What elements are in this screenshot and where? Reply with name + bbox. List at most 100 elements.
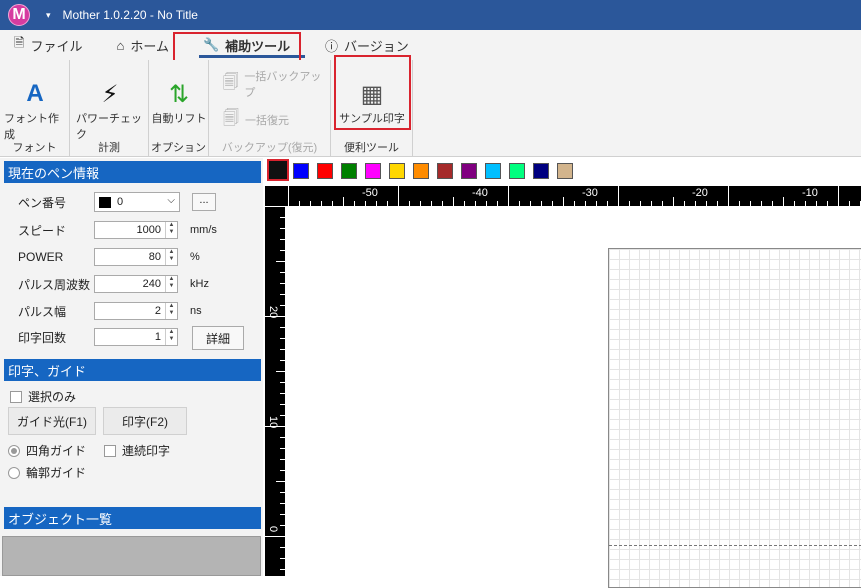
- tab-file-label: ファイル: [30, 38, 83, 54]
- spin-arrows-icon[interactable]: ▲ ▼: [165, 276, 177, 292]
- ruler-tick: [265, 206, 285, 207]
- ruler-label: -40: [472, 187, 488, 199]
- speed-row: スピード 1000 ▲ ▼ mm/s: [18, 220, 258, 240]
- lightning-icon: ⚡: [101, 80, 119, 108]
- selected-color-swatch[interactable]: [267, 159, 289, 181]
- ribbon-group-backup: 🗐 一括バックアップ 🗐 一括復元 バックアップ(復元): [209, 60, 331, 157]
- ribbon-group-option: ⇅ 自動リフト オプション: [149, 60, 209, 157]
- power-value: 80: [148, 251, 161, 263]
- ruler-label: -50: [362, 187, 378, 199]
- spin-arrows-icon[interactable]: ▲ ▼: [165, 249, 177, 265]
- restore-icon: 🗐: [223, 109, 239, 127]
- ruler-tick: [265, 426, 285, 427]
- left-ruler: 20 10 0: [265, 206, 285, 576]
- tab-file[interactable]: 🗎 ファイル: [4, 32, 92, 58]
- power-unit: %: [190, 251, 200, 263]
- ruler-tick: [508, 186, 509, 206]
- group-label-option: オプション: [151, 142, 206, 154]
- pulse-width-label: パルス幅: [18, 304, 67, 319]
- guide-light-button[interactable]: ガイド光(F1): [8, 407, 96, 435]
- color-swatch[interactable]: [533, 163, 549, 179]
- auto-lift-button[interactable]: ⇅ 自動リフト: [151, 78, 207, 126]
- pulse-width-row: パルス幅 2 ▲ ▼ ns: [18, 301, 258, 321]
- pen-more-button[interactable]: ...: [192, 193, 216, 211]
- select-only-label: 選択のみ: [28, 390, 77, 404]
- frequency-input[interactable]: 240 ▲ ▼: [94, 275, 178, 293]
- print-button[interactable]: 印字(F2): [103, 407, 187, 435]
- speed-input[interactable]: 1000 ▲ ▼: [94, 221, 178, 239]
- spin-arrows-icon[interactable]: ▲ ▼: [165, 222, 177, 238]
- tab-version-label: バージョン: [343, 38, 409, 54]
- pen-info-header: 現在のペン情報: [4, 161, 261, 183]
- detail-button[interactable]: 詳細: [192, 326, 244, 350]
- color-swatch[interactable]: [413, 163, 429, 179]
- sample-print-highlight-box: [334, 55, 411, 130]
- font-create-label: フォント作成: [4, 113, 59, 141]
- checkbox-box: [10, 390, 22, 403]
- backup-icon: 🗐: [222, 73, 239, 91]
- pen-number-label: ペン番号: [18, 195, 67, 210]
- select-only-checkbox[interactable]: 選択のみ: [10, 388, 76, 405]
- spin-arrows-icon[interactable]: ▲ ▼: [165, 329, 177, 345]
- color-swatch[interactable]: [485, 163, 501, 179]
- radio-unselected: [8, 466, 20, 479]
- tab-home-label: ホーム: [130, 38, 169, 54]
- frequency-label: パルス周波数: [18, 277, 91, 292]
- print-count-label: 印字回数: [18, 330, 67, 345]
- frequency-value: 240: [142, 278, 161, 290]
- work-area-grid[interactable]: [608, 248, 861, 588]
- spin-arrows-icon[interactable]: ▲ ▼: [165, 303, 177, 319]
- rect-guide-radio[interactable]: 四角ガイド: [8, 442, 86, 459]
- power-label: POWER: [18, 250, 64, 264]
- ribbon-group-font: A フォント作成 フォント: [0, 60, 70, 157]
- ruler-tick: [838, 186, 839, 206]
- outline-guide-radio[interactable]: 輪郭ガイド: [8, 464, 86, 481]
- group-label-tools: 便利ツール: [344, 142, 399, 154]
- chevron-down-icon: ⌵: [167, 195, 175, 206]
- outline-guide-label: 輪郭ガイド: [26, 466, 87, 480]
- home-icon: ⌂: [116, 37, 125, 53]
- backup-all-label: 一括バックアップ: [244, 71, 322, 99]
- color-swatch[interactable]: [293, 163, 309, 179]
- ruler-tick: [673, 197, 674, 206]
- font-create-icon: A: [26, 80, 44, 107]
- group-label-font: フォント: [12, 142, 57, 154]
- pen-number-select[interactable]: 0 ⌵: [94, 192, 180, 212]
- power-input[interactable]: 80 ▲ ▼: [94, 248, 178, 266]
- font-create-button[interactable]: A フォント作成: [4, 78, 66, 142]
- color-swatch[interactable]: [557, 163, 573, 179]
- window-title: Mother 1.0.2.20 - No Title: [62, 8, 198, 22]
- quick-access-dropdown-icon[interactable]: ▾: [46, 10, 51, 21]
- drawing-canvas[interactable]: [285, 206, 861, 588]
- power-check-label: パワーチェック: [76, 113, 142, 141]
- ruler-tick: [343, 197, 344, 206]
- color-swatch[interactable]: [389, 163, 405, 179]
- ruler-tick: [618, 186, 619, 206]
- power-row: POWER 80 ▲ ▼ %: [18, 247, 258, 267]
- guide-header: 印字、ガイド: [4, 359, 261, 381]
- color-swatch[interactable]: [509, 163, 525, 179]
- pulse-width-value: 2: [154, 305, 161, 317]
- tab-home[interactable]: ⌂ ホーム: [106, 32, 178, 58]
- color-swatch[interactable]: [365, 163, 381, 179]
- app-logo-icon: M: [8, 4, 30, 26]
- speed-label: スピード: [18, 223, 67, 238]
- backup-all-button[interactable]: 🗐 一括バックアップ: [219, 68, 330, 100]
- speed-value: 1000: [136, 224, 161, 236]
- color-swatch[interactable]: [341, 163, 357, 179]
- info-icon: ⓘ: [324, 38, 338, 54]
- color-swatch[interactable]: [461, 163, 477, 179]
- print-count-input[interactable]: 1 ▲ ▼: [94, 328, 178, 346]
- color-swatch[interactable]: [317, 163, 333, 179]
- power-check-button[interactable]: ⚡ パワーチェック: [76, 78, 144, 142]
- frequency-row: パルス周波数 240 ▲ ▼ kHz: [18, 274, 258, 294]
- ruler-tick: [276, 481, 285, 482]
- continuous-print-checkbox[interactable]: 連続印字: [104, 442, 170, 459]
- color-swatch[interactable]: [437, 163, 453, 179]
- restore-all-label: 一括復元: [245, 115, 289, 127]
- object-list[interactable]: [2, 536, 261, 576]
- speed-unit: mm/s: [190, 224, 217, 236]
- pulse-width-input[interactable]: 2 ▲ ▼: [94, 302, 178, 320]
- ruler-tick: [453, 197, 454, 206]
- restore-all-button[interactable]: 🗐 一括復元: [219, 108, 289, 132]
